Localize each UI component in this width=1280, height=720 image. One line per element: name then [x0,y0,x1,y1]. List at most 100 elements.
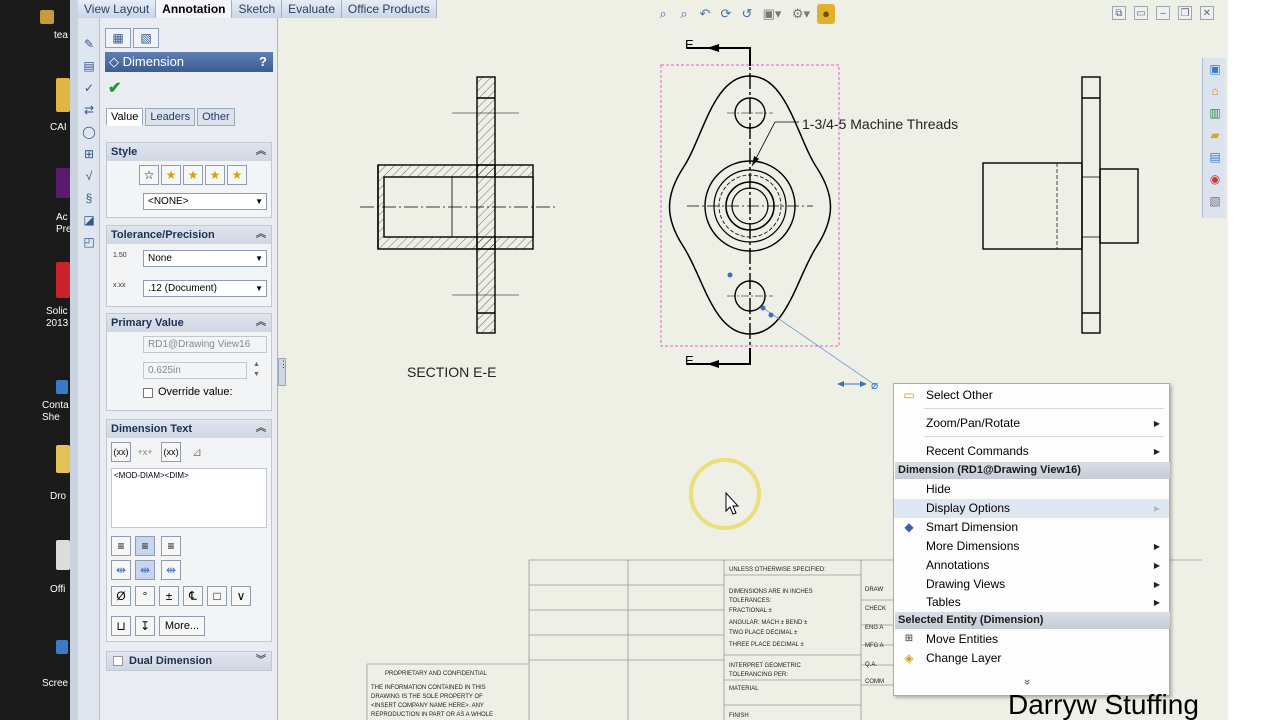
spell-check-icon[interactable]: ✓ [81,80,97,96]
save-style-icon[interactable]: ★ [205,165,225,185]
value-spinner-icon[interactable]: ▲ ▼ [253,360,260,380]
panel-splitter[interactable]: ⋮ [278,358,288,386]
menu-item-tables[interactable]: Tables ▶ [894,593,1169,612]
menu-item-drawing-views[interactable]: Drawing Views ▶ [894,575,1169,594]
expand-menu-icon[interactable]: » [1021,679,1033,685]
collapse-icon[interactable]: ︽ [256,143,266,161]
datum-icon[interactable]: ◪ [81,212,97,228]
design-library-icon[interactable]: ▥ [1206,104,1224,122]
tolerance-header[interactable]: Tolerance/Precision ︽ [107,226,271,244]
model-items-icon[interactable]: ▤ [81,58,97,74]
view-settings-icon[interactable]: ⚙▾ [788,4,814,24]
menu-item-hide[interactable]: Hide [894,480,1169,499]
menu-item-more-dimensions[interactable]: More Dimensions ▶ [894,537,1169,556]
primary-value-header[interactable]: Primary Value ︽ [107,314,271,332]
tab-office-products[interactable]: Office Products [341,0,437,18]
precision-select[interactable]: .12 (Document) ▼ [143,280,267,297]
auto-balloon-icon[interactable]: ⊞ [81,146,97,162]
file-explorer-icon[interactable]: ▰ [1206,126,1224,144]
menu-item-smart-dimension[interactable]: ◆ Smart Dimension [894,518,1169,537]
menu-item-annotations[interactable]: Annotations ▶ [894,556,1169,575]
override-value-checkbox[interactable] [143,388,153,398]
minimize-icon[interactable]: – [1156,6,1170,20]
menu-item-zoom-pan-rotate[interactable]: Zoom/Pan/Rotate ▶ [894,414,1169,433]
offset-text-icon[interactable]: ⊿ [187,442,207,462]
apply-scene-icon[interactable]: ● [817,4,835,24]
menu-item-change-layer[interactable]: ◈ Change Layer [894,649,1169,668]
front-view[interactable]: E E 1-3/4-5 Machine Threads ⌀ [660,37,958,392]
tab-view-layout[interactable]: View Layout [78,0,157,18]
solidworks-resources-icon[interactable]: ▣ [1206,60,1224,78]
expand-icon[interactable]: ︾ [256,652,266,670]
home-icon[interactable]: ⌂ [1206,82,1224,100]
tile-icon[interactable]: ⧉ [1112,6,1126,20]
restore-icon[interactable]: ❐ [1178,6,1192,20]
justify-left-icon[interactable]: ≡ [111,536,131,556]
countersink-symbol-icon[interactable]: ∨ [231,586,251,606]
rebuild-icon[interactable]: ⟳ [717,4,735,24]
subtab-leaders[interactable]: Leaders [145,108,196,126]
menu-item-move-entities[interactable]: ⊞ Move Entities [894,630,1169,649]
diameter-symbol-icon[interactable]: Ø [111,586,131,606]
delete-style-icon[interactable]: ★ [183,165,203,185]
feature-tree-tab-icon[interactable]: ▦ [105,28,131,48]
align-middle-icon[interactable]: ⇹ [135,560,155,580]
tolerance-type-select[interactable]: None ▼ [143,250,267,267]
square-symbol-icon[interactable]: □ [207,586,227,606]
format-painter-icon[interactable]: ⇄ [81,102,97,118]
menu-item-display-options[interactable]: Display Options ▶ [894,499,1169,518]
note-icon[interactable]: ✎ [81,36,97,52]
zoom-to-area-icon[interactable]: ⌕ [675,4,693,24]
dimension-text-box[interactable]: <MOD-DIAM><DIM> [111,468,267,528]
center-dimension-icon[interactable]: +x+ [135,442,155,462]
collapse-icon[interactable]: ︽ [256,314,266,332]
inspection-dimension-icon[interactable]: (xx) [161,442,181,462]
section-view[interactable] [360,76,555,334]
custom-properties-icon[interactable]: ▧ [1206,192,1224,210]
style-favorite-select[interactable]: <NONE> ▼ [143,193,267,210]
justify-right-icon[interactable]: ≡ [161,536,181,556]
weld-symbol-icon[interactable]: § [81,190,97,206]
align-top-icon[interactable]: ⇹ [111,560,131,580]
previous-view-icon[interactable]: ↶ [696,4,714,24]
property-manager-tab-icon[interactable]: ▧ [133,28,159,48]
tab-sketch[interactable]: Sketch [232,0,283,18]
surface-finish-icon[interactable]: √ [81,168,97,184]
close-icon[interactable]: ✕ [1200,6,1214,20]
help-icon[interactable]: ? [259,52,267,72]
tab-evaluate[interactable]: Evaluate [282,0,342,18]
collapse-icon[interactable]: ︽ [256,420,266,438]
collapse-icon[interactable]: ︽ [256,226,266,244]
balloon-icon[interactable]: ◯ [81,124,97,140]
counterbore-symbol-icon[interactable]: ⊔ [111,616,131,636]
apply-style-icon[interactable]: ☆ [139,165,159,185]
hide-show-icon[interactable]: ▣▾ [759,4,785,24]
dual-dimension-header[interactable]: Dual Dimension ︾ [107,652,271,670]
appearances-icon[interactable]: ◉ [1206,170,1224,188]
dimension-text-header[interactable]: Dimension Text ︽ [107,420,271,438]
more-symbols-button[interactable]: More... [159,616,205,636]
align-bottom-icon[interactable]: ⇹ [161,560,181,580]
tab-annotation[interactable]: Annotation [156,0,233,18]
load-style-icon[interactable]: ★ [227,165,247,185]
dual-dimension-checkbox[interactable] [113,656,123,666]
view-palette-icon[interactable]: ▤ [1206,148,1224,166]
subtab-other[interactable]: Other [197,108,235,126]
plus-minus-symbol-icon[interactable]: ± [159,586,179,606]
dimension-value-field[interactable]: 0.625in [143,362,247,379]
add-style-icon[interactable]: ★ [161,165,181,185]
centerline-symbol-icon[interactable]: ℄ [183,586,203,606]
add-parentheses-icon[interactable]: (xx) [111,442,131,462]
blocks-icon[interactable]: ◰ [81,234,97,250]
ok-check-icon[interactable]: ✔ [108,78,121,98]
side-view[interactable] [982,76,1139,334]
menu-item-select-other[interactable]: ▭ Select Other [894,386,1169,405]
justify-center-icon[interactable]: ≡ [135,536,155,556]
tile-horizontal-icon[interactable]: ▭ [1134,6,1148,20]
menu-item-recent-commands[interactable]: Recent Commands ▶ [894,442,1169,461]
depth-symbol-icon[interactable]: ↧ [135,616,155,636]
subtab-value[interactable]: Value [106,108,144,126]
redraw-icon[interactable]: ↺ [738,4,756,24]
zoom-to-fit-icon[interactable]: ⌕ [654,4,672,24]
dimension-name-field[interactable]: RD1@Drawing View16 [143,336,267,353]
